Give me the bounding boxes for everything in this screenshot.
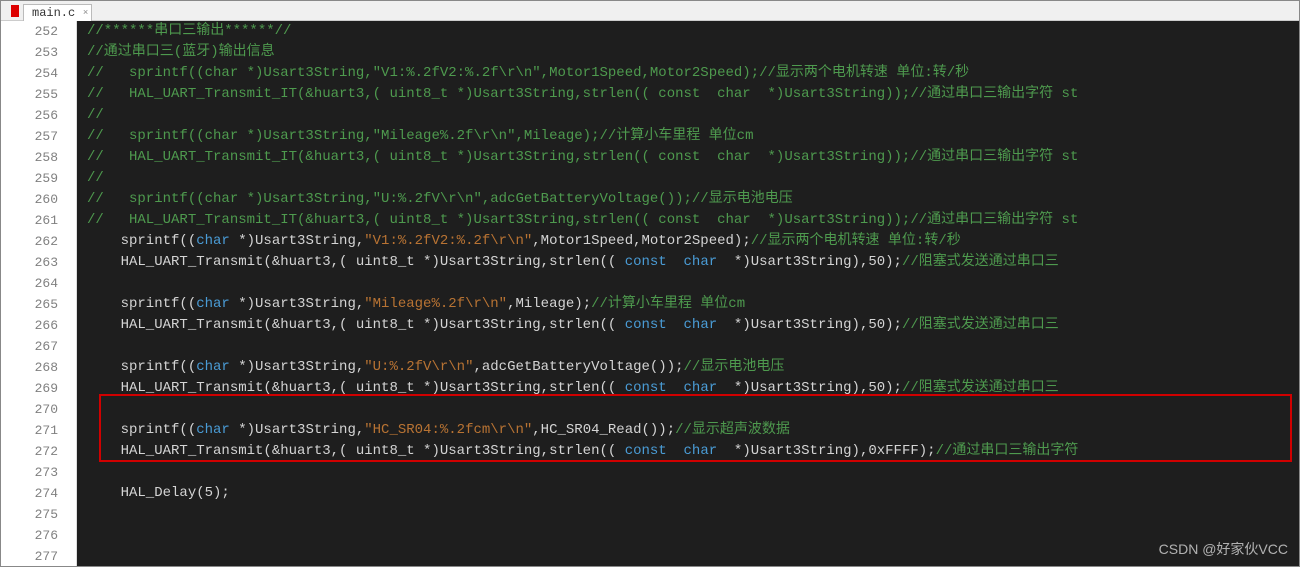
code-line[interactable]: sprintf((char *)Usart3String,"Mileage%.2… <box>87 294 1299 315</box>
code-content[interactable]: //******串口三输出******////通过串口三(蓝牙)输出信息// s… <box>77 21 1299 566</box>
code-line[interactable]: HAL_UART_Transmit(&huart3,( uint8_t *)Us… <box>87 315 1299 336</box>
code-line[interactable]: // sprintf((char *)Usart3String,"U:%.2fV… <box>87 189 1299 210</box>
editor-area[interactable]: 2522532542552562572582592602612622632642… <box>1 21 1299 566</box>
line-number: 258 <box>1 147 76 168</box>
line-number: 274 <box>1 483 76 504</box>
code-line[interactable] <box>87 462 1299 483</box>
line-number: 263 <box>1 252 76 273</box>
code-line[interactable]: sprintf((char *)Usart3String,"U:%.2fV\r\… <box>87 357 1299 378</box>
line-number: 269 <box>1 378 76 399</box>
line-number: 264 <box>1 273 76 294</box>
file-modified-indicator <box>11 5 19 17</box>
code-line[interactable]: // HAL_UART_Transmit_IT(&huart3,( uint8_… <box>87 210 1299 231</box>
code-line[interactable]: sprintf((char *)Usart3String,"V1:%.2fV2:… <box>87 231 1299 252</box>
line-number: 261 <box>1 210 76 231</box>
line-number: 265 <box>1 294 76 315</box>
line-number: 256 <box>1 105 76 126</box>
code-line[interactable]: // sprintf((char *)Usart3String,"Mileage… <box>87 126 1299 147</box>
line-number: 260 <box>1 189 76 210</box>
line-number: 267 <box>1 336 76 357</box>
code-line[interactable]: // HAL_UART_Transmit_IT(&huart3,( uint8_… <box>87 147 1299 168</box>
code-line[interactable]: HAL_Delay(5); <box>87 483 1299 504</box>
code-line[interactable]: //通过串口三(蓝牙)输出信息 <box>87 42 1299 63</box>
code-line[interactable]: HAL_UART_Transmit(&huart3,( uint8_t *)Us… <box>87 378 1299 399</box>
code-line[interactable]: // <box>87 105 1299 126</box>
tab-label: main.c <box>32 6 75 20</box>
line-number-gutter: 2522532542552562572582592602612622632642… <box>1 21 77 566</box>
line-number: 272 <box>1 441 76 462</box>
code-line[interactable] <box>87 525 1299 546</box>
line-number: 259 <box>1 168 76 189</box>
tab-bar: main.c × <box>1 1 1299 21</box>
code-line[interactable]: sprintf((char *)Usart3String,"HC_SR04:%.… <box>87 420 1299 441</box>
line-number: 268 <box>1 357 76 378</box>
close-icon[interactable]: × <box>83 8 88 18</box>
code-line[interactable] <box>87 504 1299 525</box>
code-line[interactable]: HAL_UART_Transmit(&huart3,( uint8_t *)Us… <box>87 252 1299 273</box>
tab-main-c[interactable]: main.c × <box>23 4 92 21</box>
code-line[interactable] <box>87 336 1299 357</box>
code-line[interactable] <box>87 546 1299 566</box>
code-line[interactable]: // sprintf((char *)Usart3String,"V1:%.2f… <box>87 63 1299 84</box>
code-line[interactable] <box>87 273 1299 294</box>
code-line[interactable]: //******串口三输出******// <box>87 21 1299 42</box>
code-line[interactable]: HAL_UART_Transmit(&huart3,( uint8_t *)Us… <box>87 441 1299 462</box>
line-number: 266 <box>1 315 76 336</box>
line-number: 253 <box>1 42 76 63</box>
line-number: 257 <box>1 126 76 147</box>
line-number: 277 <box>1 546 76 566</box>
line-number: 276 <box>1 525 76 546</box>
line-number: 270 <box>1 399 76 420</box>
line-number: 254 <box>1 63 76 84</box>
line-number: 262 <box>1 231 76 252</box>
code-line[interactable] <box>87 399 1299 420</box>
code-line[interactable]: // <box>87 168 1299 189</box>
code-line[interactable]: // HAL_UART_Transmit_IT(&huart3,( uint8_… <box>87 84 1299 105</box>
line-number: 255 <box>1 84 76 105</box>
line-number: 271 <box>1 420 76 441</box>
line-number: 275 <box>1 504 76 525</box>
line-number: 252 <box>1 21 76 42</box>
line-number: 273 <box>1 462 76 483</box>
editor-window: main.c × 2522532542552562572582592602612… <box>0 0 1300 567</box>
